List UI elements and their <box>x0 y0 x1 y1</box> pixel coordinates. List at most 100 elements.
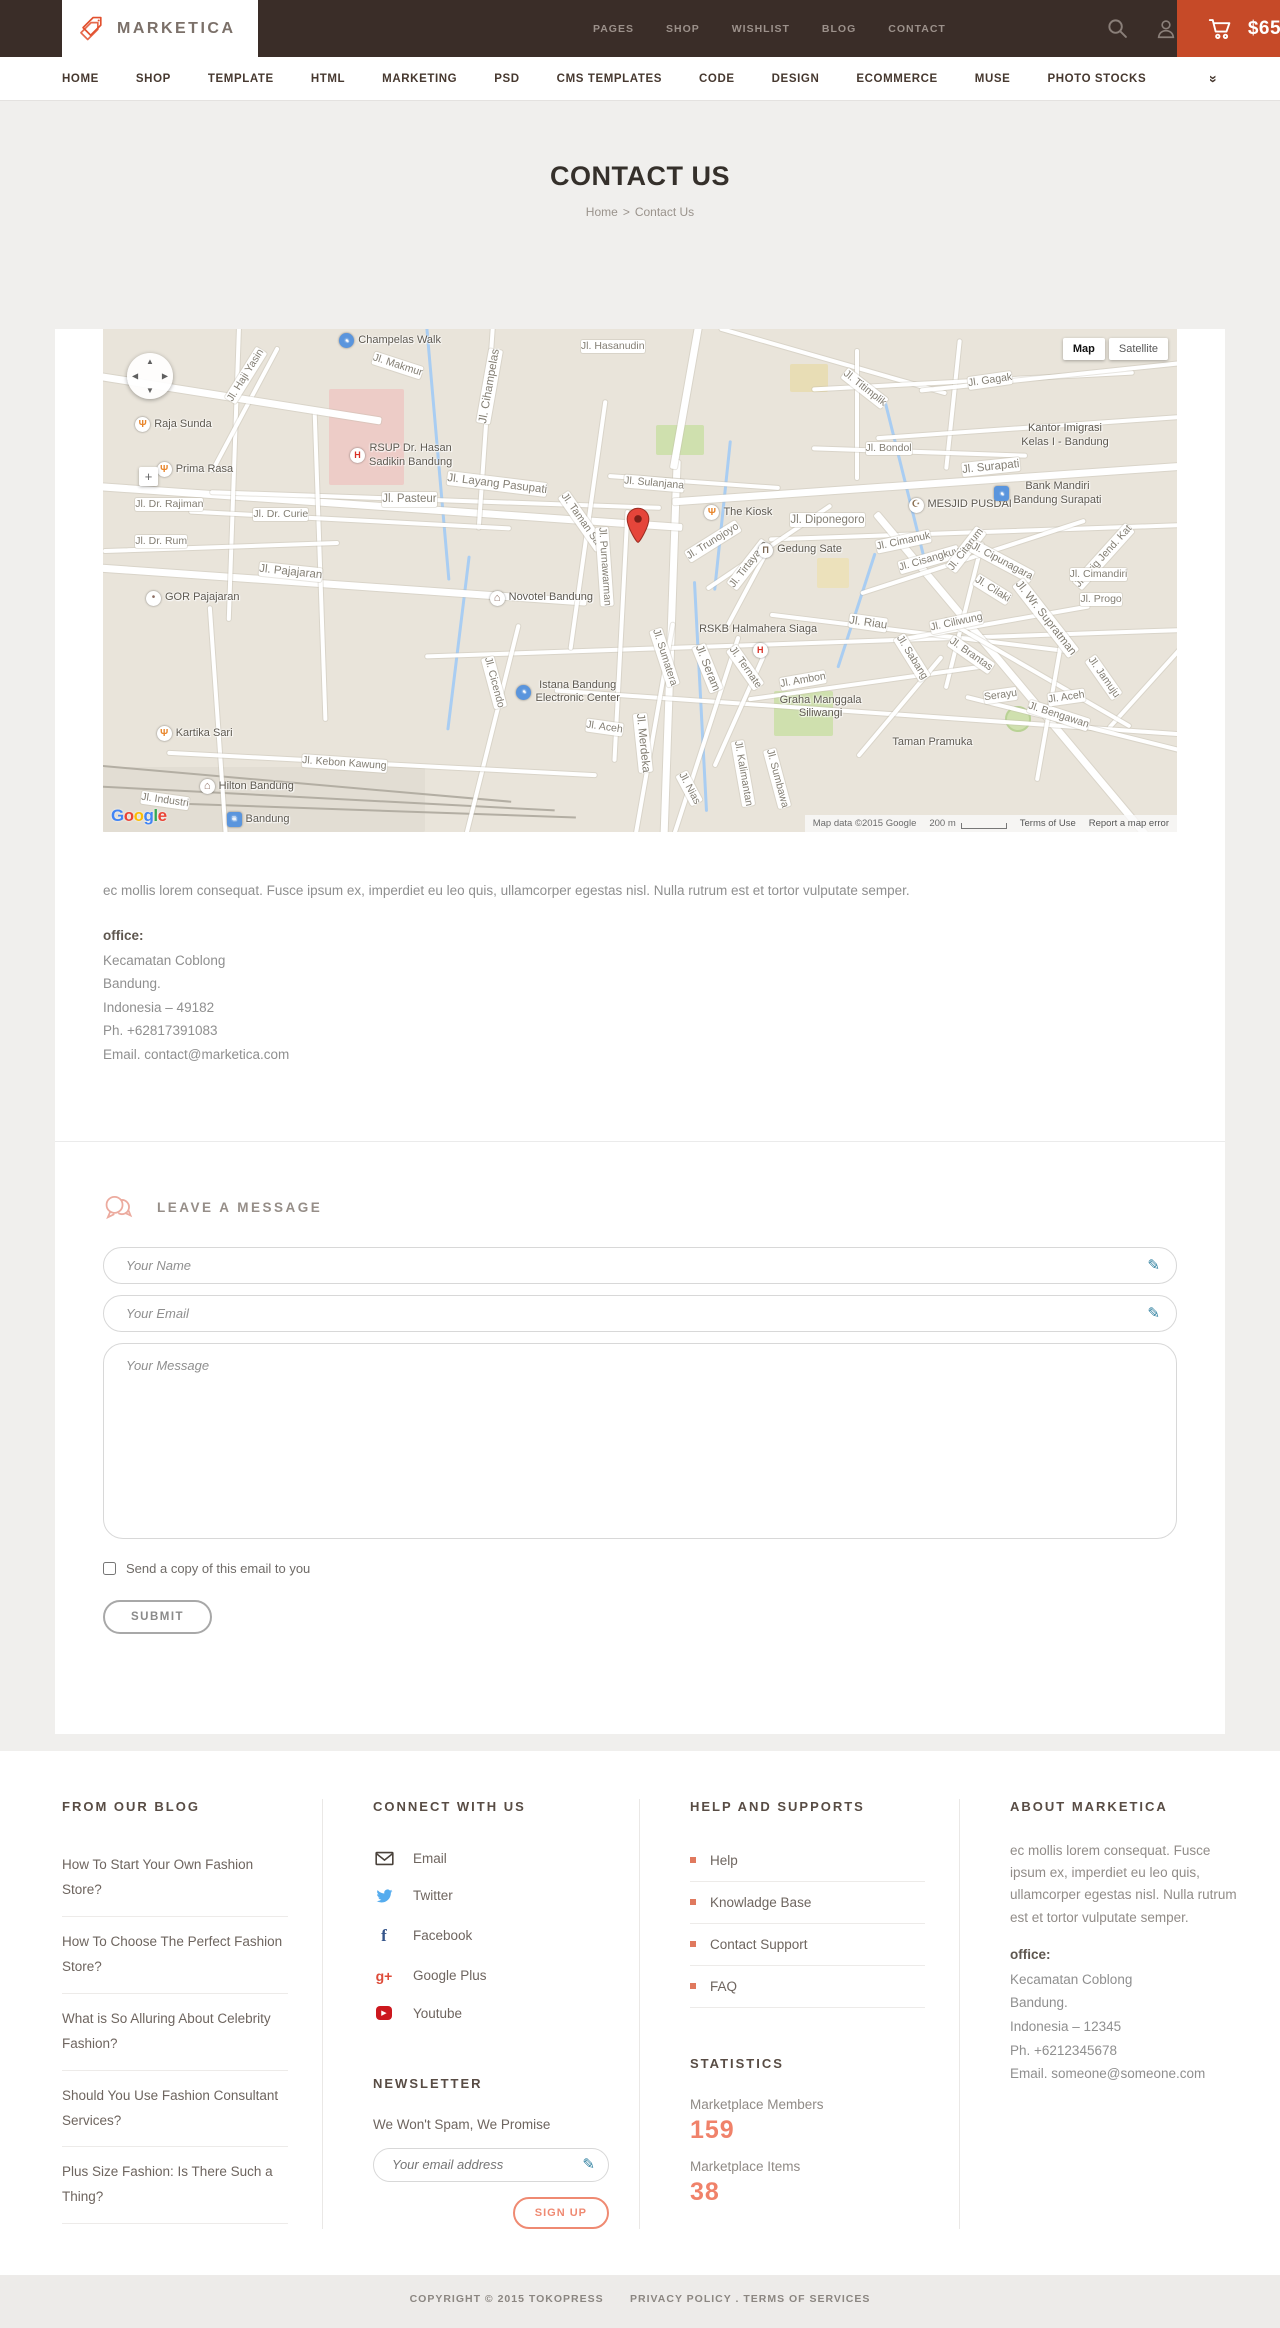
pan-down-icon[interactable]: ▼ <box>146 386 154 395</box>
map-shape <box>774 691 834 737</box>
top-nav-item[interactable]: SHOP <box>666 23 700 35</box>
chevron-down-icon[interactable]: » <box>1206 75 1222 83</box>
footer: FROM OUR BLOG How To Start Your Own Fash… <box>0 1750 1280 2275</box>
top-nav-item[interactable]: CONTACT <box>888 23 946 35</box>
footer-blog-title: FROM OUR BLOG <box>62 1798 200 1814</box>
send-copy-checkbox[interactable] <box>103 1561 116 1575</box>
map-type-map-button[interactable]: Map <box>1062 338 1105 360</box>
user-icon[interactable] <box>1155 18 1177 40</box>
content-card: • Champelas Walk Jl. Hasanudin Jl. Haji … <box>55 329 1225 1734</box>
office-line: Email. contact@marketica.com <box>103 1047 290 1063</box>
help-link[interactable]: Help <box>690 1840 925 1882</box>
pan-up-icon[interactable]: ▲ <box>146 357 154 366</box>
cart-total: $653.50 <box>1247 17 1280 39</box>
map-shape <box>712 655 766 768</box>
cart-button[interactable]: $653.50 <box>1176 0 1280 57</box>
blog-link[interactable]: What is So Alluring About Celebrity Fash… <box>62 1994 288 2071</box>
map-shape <box>103 562 586 606</box>
map-shape <box>768 522 1177 542</box>
send-copy-label[interactable]: Send a copy of this email to you <box>126 1561 310 1576</box>
statistic-value: 159 <box>690 2115 735 2144</box>
page-title: CONTACT US <box>550 161 730 191</box>
office-line: Bandung. <box>103 976 161 992</box>
header: MARKETICA PAGES SHOP WISHLIST BLOG CONTACT $… <box>0 0 1280 57</box>
name-input[interactable] <box>103 1246 1177 1284</box>
intro-text: ec mollis lorem consequat. Fusce ipsum e… <box>103 883 910 898</box>
office-line: Email. someone@someone.com <box>1010 2066 1206 2082</box>
map-terms-link[interactable]: Terms of Use <box>1020 818 1076 829</box>
pan-left-icon[interactable]: ◀ <box>132 372 138 381</box>
footer-connect-column: CONNECT WITH US Email Twitter f Facebook… <box>322 1798 639 2229</box>
submit-button[interactable]: SUBMIT <box>103 1599 213 1634</box>
subnav-item[interactable]: CODE <box>699 73 735 85</box>
statistic: Marketplace Members 159 <box>690 2097 925 2145</box>
subnav-item[interactable]: PSD <box>494 73 519 85</box>
search-icon[interactable] <box>1106 17 1129 40</box>
square-bullet-icon <box>690 1857 696 1864</box>
cart-icon <box>1207 15 1234 42</box>
map-scale: 200 m <box>929 818 1007 829</box>
map-shape <box>811 445 1027 458</box>
office-line: Kecamatan Coblong <box>103 952 226 968</box>
about-text: ec mollis lorem consequat. Fusce ipsum e… <box>1010 1842 1237 1925</box>
subnav-item[interactable]: HTML <box>311 73 345 85</box>
social-link[interactable]: Email <box>373 1840 605 1877</box>
logo[interactable]: MARKETICA <box>62 0 258 57</box>
footer-help-title: HELP AND SUPPORTS <box>690 1798 865 1814</box>
map-shape <box>607 473 780 490</box>
office-label: office: <box>103 927 144 943</box>
blog-link[interactable]: How To Start Your Own Fashion Store? <box>62 1840 288 1917</box>
google-logo[interactable]: Google <box>111 806 167 826</box>
breadcrumb-home[interactable]: Home <box>586 205 618 219</box>
subnav-item[interactable]: MUSE <box>975 73 1011 85</box>
map-zoom-in-button[interactable]: + <box>139 467 158 486</box>
google-map[interactable]: • Champelas Walk Jl. Hasanudin Jl. Haji … <box>103 329 1177 832</box>
top-nav-item[interactable]: BLOG <box>822 23 856 35</box>
help-link[interactable]: Knowladge Base <box>690 1882 925 1924</box>
map-pan-control[interactable]: ▲ ▼ ◀ ▶ <box>127 353 173 399</box>
help-link[interactable]: Contact Support <box>690 1924 925 1966</box>
social-link[interactable]: Twitter <box>373 1877 605 1915</box>
subnav-item[interactable]: PHOTO STOCKS <box>1047 73 1146 85</box>
map-shape <box>554 688 1177 738</box>
subnav-item[interactable]: ECOMMERCE <box>856 73 937 85</box>
subnav-item[interactable]: MARKETING <box>382 73 457 85</box>
message-textarea[interactable] <box>103 1342 1177 1539</box>
copyright-text: COPYRIGHT © 2015 TOKOPRESS <box>409 2292 604 2305</box>
social-link[interactable]: f Facebook <box>373 1915 605 1957</box>
social-link[interactable]: ▶ Youtube <box>373 1995 605 2032</box>
map-shape <box>328 389 404 485</box>
newsletter-email-input[interactable] <box>373 2147 609 2182</box>
subnav-item[interactable]: SHOP <box>136 73 171 85</box>
pan-right-icon[interactable]: ▶ <box>162 372 168 381</box>
top-nav-item[interactable]: PAGES <box>593 23 634 35</box>
map-shape <box>817 557 850 589</box>
email-input[interactable] <box>103 1294 1177 1332</box>
map-type-satellite-button[interactable]: Satellite <box>1108 338 1168 360</box>
statistics-title: STATISTICS <box>690 2055 784 2071</box>
map-report-error-link[interactable]: Report a map error <box>1089 818 1169 829</box>
blog-link[interactable]: Should You Use Fashion Consultant Servic… <box>62 2071 288 2148</box>
map-shape <box>854 349 859 480</box>
square-bullet-icon <box>690 1941 696 1948</box>
subnav-item[interactable]: TEMPLATE <box>208 73 274 85</box>
top-nav-item[interactable]: WISHLIST <box>732 23 790 35</box>
copyright-links[interactable]: PRIVACY POLICY . TERMS OF SERVICES <box>630 2293 870 2305</box>
social-link[interactable]: g+ Google Plus <box>373 1957 605 1995</box>
subnav-item[interactable]: HOME <box>62 73 99 85</box>
twitter-icon <box>373 1888 395 1904</box>
help-link[interactable]: FAQ <box>690 1966 925 2008</box>
tag-logo-icon <box>78 15 105 42</box>
blog-link[interactable]: Plus Size Fashion: Is There Such a Thing… <box>62 2147 288 2225</box>
statistic-label: Marketplace Items <box>690 2158 801 2174</box>
footer-help-column: HELP AND SUPPORTS Help Knowladge Base Co… <box>639 1798 959 2229</box>
subnav-item[interactable]: CMS TEMPLATES <box>557 73 662 85</box>
subnav-item[interactable]: DESIGN <box>772 73 820 85</box>
map-marker-icon[interactable] <box>625 507 650 550</box>
signup-button[interactable]: SIGN UP <box>512 2196 609 2229</box>
breadcrumb-current: Contact Us <box>634 205 695 219</box>
map-shape <box>103 541 340 554</box>
map-attribution: Map data ©2015 Google 200 m Terms of Use… <box>804 815 1177 832</box>
blog-link[interactable]: How To Choose The Perfect Fashion Store? <box>62 1917 288 1994</box>
leave-message-form: LEAVE A MESSAGE ✎ ✎ Send a copy of this … <box>55 1142 1225 1734</box>
